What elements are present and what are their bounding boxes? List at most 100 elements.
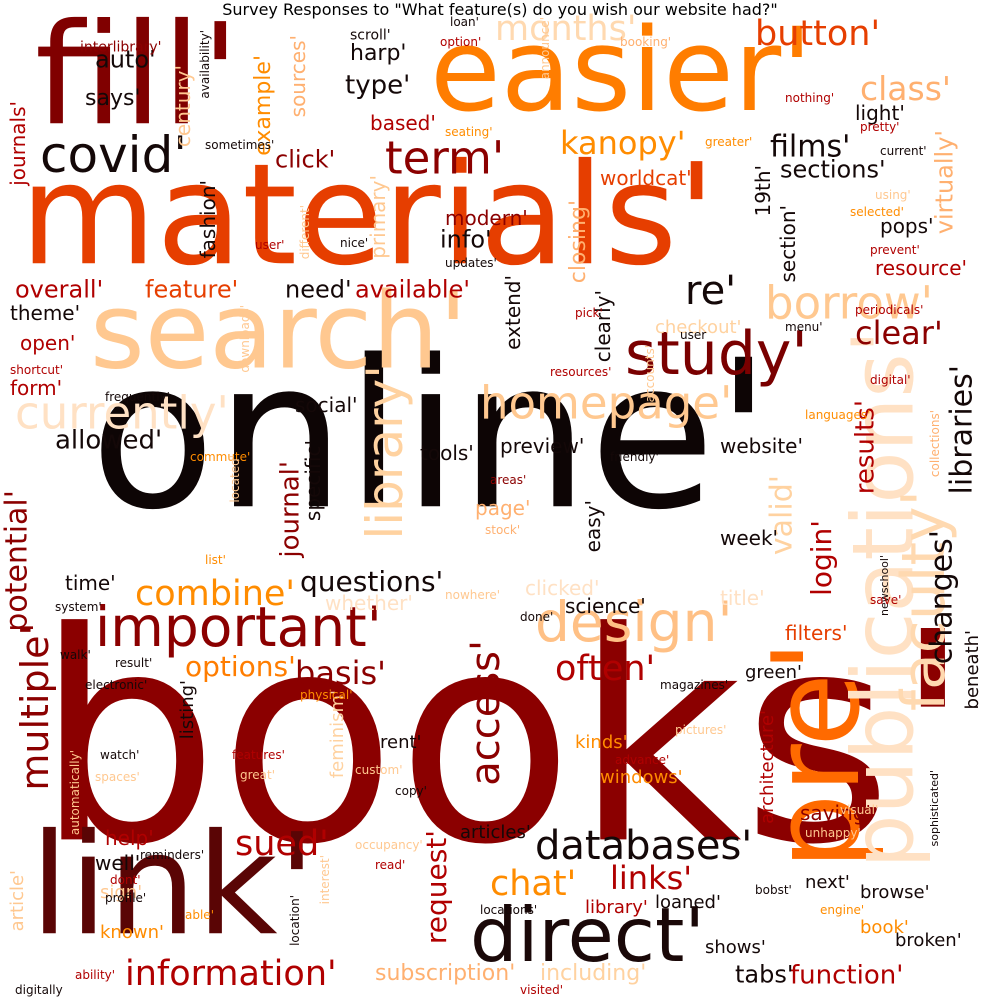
word-walk: walk' — [60, 648, 91, 662]
word-re: re' — [685, 268, 736, 314]
word-feature: feature' — [145, 276, 238, 304]
word-specific: specific' — [301, 440, 325, 521]
word-advance: advance' — [615, 753, 669, 767]
word-journals: journals' — [6, 101, 30, 187]
word-type: type' — [345, 70, 410, 100]
word-extend: extend' — [501, 275, 525, 350]
word-nowhere: nowhere' — [445, 588, 500, 602]
word-page: page' — [475, 496, 530, 520]
word-done: done' — [520, 610, 553, 624]
word-resource: resource' — [875, 256, 967, 280]
word-interest: interest' — [318, 855, 332, 904]
word-tabs: tabs' — [735, 961, 793, 989]
word-time: time' — [65, 571, 116, 595]
word-science: science' — [565, 594, 646, 618]
word-chat: chat' — [490, 864, 576, 904]
word-physical: physical' — [300, 688, 353, 702]
word-magazines: magazines' — [660, 678, 728, 692]
word-combine: combine' — [135, 574, 295, 614]
word-dont: dont' — [110, 873, 141, 887]
word-form: form' — [10, 376, 62, 400]
word-option: option' — [440, 35, 481, 49]
word-easy: easy' — [581, 500, 605, 552]
word-century: century' — [171, 65, 195, 147]
word-copy: copy' — [395, 784, 427, 798]
word-different: different' — [298, 205, 312, 259]
word-updates: updates' — [445, 256, 497, 270]
word-collections: collections' — [928, 410, 942, 477]
word-articles: articles' — [460, 822, 531, 843]
word-prevent: prevent' — [870, 243, 920, 257]
word-section: section' — [776, 205, 800, 283]
word-save: save' — [870, 593, 901, 607]
word-occupancy: occupancy' — [355, 838, 423, 852]
word-ability: ability' — [75, 968, 115, 982]
word-clearly: clearly' — [591, 290, 615, 362]
word-sections: sections' — [780, 156, 886, 184]
word-downloads: downloads' — [238, 305, 252, 373]
word-listing: listing' — [177, 680, 198, 739]
word-green: green' — [745, 662, 802, 683]
word-function: function' — [790, 960, 903, 990]
word-says: says' — [85, 86, 140, 111]
word-primary: primary' — [366, 175, 390, 259]
word-current: current' — [880, 144, 927, 158]
word-user: user — [680, 328, 706, 342]
word-kinds: kinds' — [575, 732, 628, 753]
word-frequently: frequently' — [105, 390, 170, 404]
word-virtually: virtually' — [931, 130, 959, 234]
word-features: features' — [232, 748, 285, 762]
word-sometimes: sometimes' — [205, 138, 274, 152]
word-subscription: subscription' — [375, 961, 515, 986]
word-visited: visited' — [520, 983, 563, 997]
word-locations: locations' — [480, 903, 537, 917]
word-preview: preview' — [500, 434, 584, 458]
word-menu: menu' — [785, 320, 823, 334]
word-based: based' — [370, 111, 436, 135]
word-stock: stock' — [485, 523, 520, 537]
word-need: need' — [285, 276, 352, 304]
word-sophisticated: sophisticated' — [928, 770, 941, 846]
word-clear: clear' — [855, 314, 943, 352]
word-homepage: homepage' — [480, 377, 732, 430]
word-closing: closing' — [566, 200, 591, 283]
word-cloud: online'books'materials'search'fill' easie… — [0, 0, 983, 997]
word-allowed: allowed' — [55, 425, 162, 455]
word-rent: rent' — [380, 732, 422, 753]
word-website: website' — [720, 434, 803, 458]
word-known: known' — [100, 922, 164, 943]
word-spaces: spaces' — [95, 770, 140, 784]
word-engine: engine' — [820, 903, 864, 917]
word-custom: custom' — [355, 763, 403, 777]
word-article: article' — [7, 870, 28, 931]
word-overall: overall' — [15, 276, 103, 304]
word-whether: whether' — [325, 591, 413, 615]
word-potential: potential' — [0, 490, 35, 632]
word-request: request' — [420, 830, 453, 944]
word-help: help' — [105, 826, 154, 850]
word-basis: basis' — [295, 654, 386, 692]
word-result: result' — [115, 656, 152, 670]
word-greater: greater' — [705, 135, 752, 149]
word-profile: profile' — [105, 891, 146, 905]
word-beneath: beneath' — [962, 630, 983, 709]
word-great: great' — [240, 768, 275, 782]
word-button: button' — [755, 14, 880, 54]
word-pretty: pretty' — [860, 120, 899, 134]
word-list: list' — [205, 553, 226, 567]
word-languages: languages' — [805, 408, 870, 422]
word-user: user' — [255, 238, 284, 252]
word-announce: announce' — [538, 17, 552, 79]
word-multiple: multiple' — [13, 625, 57, 791]
word-click: click' — [275, 146, 335, 174]
word-using: using' — [875, 188, 911, 202]
word-available: available' — [355, 276, 470, 304]
word-unhappy: unhappy' — [805, 826, 861, 840]
word-windows: windows' — [600, 767, 683, 788]
word-library: library' — [356, 365, 414, 540]
word-libraries: libraries' — [945, 365, 980, 494]
word-title: title' — [720, 586, 765, 610]
word-often: often' — [555, 649, 655, 689]
word-19th: 19th' — [751, 165, 775, 216]
word-information: information' — [125, 954, 337, 994]
